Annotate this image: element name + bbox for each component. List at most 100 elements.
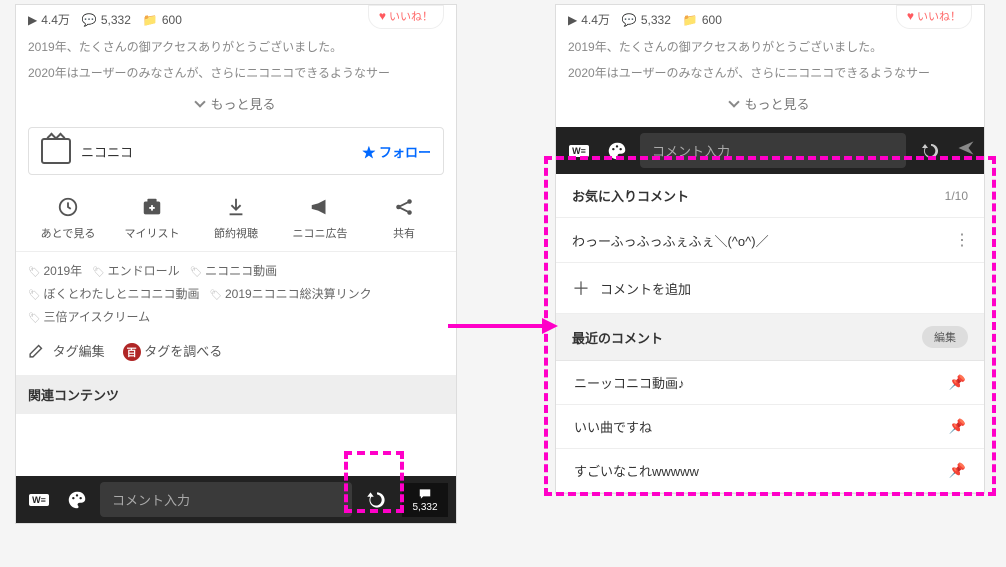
- action-label: あとで見る: [41, 225, 96, 241]
- comment-bar: W≡ コメント入力: [556, 127, 984, 174]
- comment-bar: W≡ コメント入力 5,332: [16, 476, 456, 523]
- channel-logo-icon: [41, 138, 71, 164]
- tag[interactable]: ニコニコ動画: [190, 262, 278, 279]
- add-favorite-comment-button[interactable]: ＋ コメントを追加: [556, 263, 984, 314]
- palette-button[interactable]: [62, 485, 92, 515]
- play-count: ▶4.4万: [568, 11, 610, 28]
- see-more-button[interactable]: もっと見る: [556, 86, 984, 127]
- tag[interactable]: 三倍アイスクリーム: [28, 308, 150, 325]
- clock-icon: [56, 195, 80, 219]
- add-comment-label: コメントを追加: [600, 279, 691, 298]
- comment-count-button[interactable]: 5,332: [402, 483, 448, 517]
- recent-comment-text: いい曲ですね: [574, 417, 652, 436]
- action-label: 共有: [393, 225, 415, 241]
- fav-comment-text: わっーふっふっふぇふぇ＼(^o^)／: [572, 231, 769, 250]
- command-button[interactable]: W≡: [564, 136, 594, 166]
- tag-actions: タグ編集 百 タグを調べる: [16, 331, 456, 375]
- comment-input[interactable]: コメント入力: [100, 482, 352, 517]
- speech-icon: [417, 487, 433, 501]
- hyaku-icon: 百: [123, 343, 141, 361]
- arrow-icon: [448, 316, 558, 336]
- chevron-down-icon: [729, 96, 740, 107]
- recent-comment-item[interactable]: いい曲ですね 📌: [556, 405, 984, 449]
- mylist-count: 📁600: [143, 13, 182, 27]
- send-button[interactable]: [956, 138, 976, 163]
- share-icon: [392, 195, 416, 219]
- heart-icon: ♥: [379, 9, 386, 23]
- share-button[interactable]: 共有: [369, 195, 439, 241]
- megaphone-icon: [308, 195, 332, 219]
- action-label: 節約視聴: [214, 225, 258, 241]
- command-button[interactable]: W≡: [24, 485, 54, 515]
- like-label: いいね！: [389, 8, 433, 24]
- tag-edit-label: タグ編集: [53, 344, 105, 359]
- action-row: あとで見る マイリスト 節約視聴 ニコニ広告 共有: [16, 189, 456, 252]
- description-line-1: 2019年、たくさんの御アクセスありがとうございました。: [556, 34, 984, 60]
- pencil-icon: [28, 342, 45, 359]
- follow-button[interactable]: フォロー: [362, 142, 431, 161]
- comment-count: 💬5,332: [82, 13, 131, 27]
- chevron-down-icon: [195, 96, 206, 107]
- comment-input[interactable]: コメント入力: [640, 133, 906, 168]
- favorite-comments-header: お気に入りコメント 1/10: [556, 174, 984, 218]
- history-icon: [364, 487, 390, 513]
- like-button[interactable]: ♥ いいね！: [368, 5, 444, 29]
- video-detail-panel: ♥ いいね！ ▶4.4万 💬5,332 📁600 2019年、たくさんの御アクセ…: [15, 4, 457, 524]
- pin-icon[interactable]: 📌: [949, 462, 966, 479]
- like-button[interactable]: ♥ いいね！: [896, 5, 972, 29]
- more-icon[interactable]: ⋮: [954, 230, 968, 250]
- recent-comments-header: 最近のコメント 編集: [556, 314, 984, 361]
- folder-icon: 📁: [683, 13, 698, 27]
- tag[interactable]: 2019ニコニコ総決算リンク: [210, 285, 372, 302]
- comment-count: 💬5,332: [622, 13, 671, 27]
- favorite-comment-item[interactable]: わっーふっふっふぇふぇ＼(^o^)／ ⋮: [556, 218, 984, 263]
- tag[interactable]: ぼくとわたしとニコニコ動画: [28, 285, 200, 302]
- heart-icon: ♥: [907, 9, 914, 23]
- tag[interactable]: エンドロール: [92, 262, 180, 279]
- recent-comment-item[interactable]: すごいなこれwwwww 📌: [556, 449, 984, 493]
- plus-icon: ＋: [572, 275, 590, 301]
- see-more-label: もっと見る: [210, 97, 275, 112]
- palette-icon: [606, 140, 628, 162]
- pin-icon[interactable]: 📌: [949, 374, 966, 391]
- play-count: ▶4.4万: [28, 11, 70, 28]
- channel-card[interactable]: ニコニコ フォロー: [28, 127, 444, 175]
- comment-history-panel: ▶4.4万 💬5,332 📁600 ♥ いいね！ 2019年、たくさんの御アクセ…: [555, 4, 985, 494]
- recent-comment-text: ニーッコニコ動画♪: [574, 373, 685, 392]
- play-icon: ▶: [568, 13, 577, 27]
- download-icon: [224, 195, 248, 219]
- recent-header-label: 最近のコメント: [572, 328, 663, 347]
- description-line-2: 2020年はユーザーのみなさんが、さらにニコニコできるようなサー: [556, 60, 984, 86]
- folder-icon: 📁: [143, 13, 158, 27]
- palette-button[interactable]: [602, 136, 632, 166]
- comment-history-button[interactable]: [914, 134, 948, 168]
- fav-header-label: お気に入りコメント: [572, 186, 689, 205]
- tag-search-button[interactable]: 百 タグを調べる: [123, 341, 223, 361]
- comment-count-value: 5,332: [412, 502, 437, 513]
- pin-icon[interactable]: 📌: [949, 418, 966, 435]
- nico-ad-button[interactable]: ニコニ広告: [285, 195, 355, 241]
- play-icon: ▶: [28, 13, 37, 27]
- watch-later-button[interactable]: あとで見る: [33, 195, 103, 241]
- comment-history-button[interactable]: [360, 483, 394, 517]
- see-more-label: もっと見る: [744, 97, 809, 112]
- history-icon: [919, 139, 943, 163]
- mylist-button[interactable]: マイリスト: [117, 195, 187, 241]
- mylist-count: 📁600: [683, 13, 722, 27]
- related-content-header: 関連コンテンツ: [16, 375, 456, 414]
- data-saver-button[interactable]: 節約視聴: [201, 195, 271, 241]
- fav-count: 1/10: [945, 189, 968, 203]
- action-label: マイリスト: [125, 225, 180, 241]
- see-more-button[interactable]: もっと見る: [16, 86, 456, 127]
- edit-button[interactable]: 編集: [922, 326, 968, 348]
- tag-edit-button[interactable]: タグ編集: [28, 341, 105, 360]
- channel-name: ニコニコ: [81, 142, 133, 161]
- recent-comment-item[interactable]: ニーッコニコ動画♪ 📌: [556, 361, 984, 405]
- tag-search-label: タグを調べる: [144, 344, 222, 359]
- tag[interactable]: 2019年: [28, 262, 82, 279]
- send-icon: [956, 138, 976, 158]
- speech-icon: 💬: [622, 13, 637, 27]
- wand-icon: W≡: [569, 145, 589, 157]
- action-label: ニコニ広告: [293, 225, 348, 241]
- mylist-icon: [140, 195, 164, 219]
